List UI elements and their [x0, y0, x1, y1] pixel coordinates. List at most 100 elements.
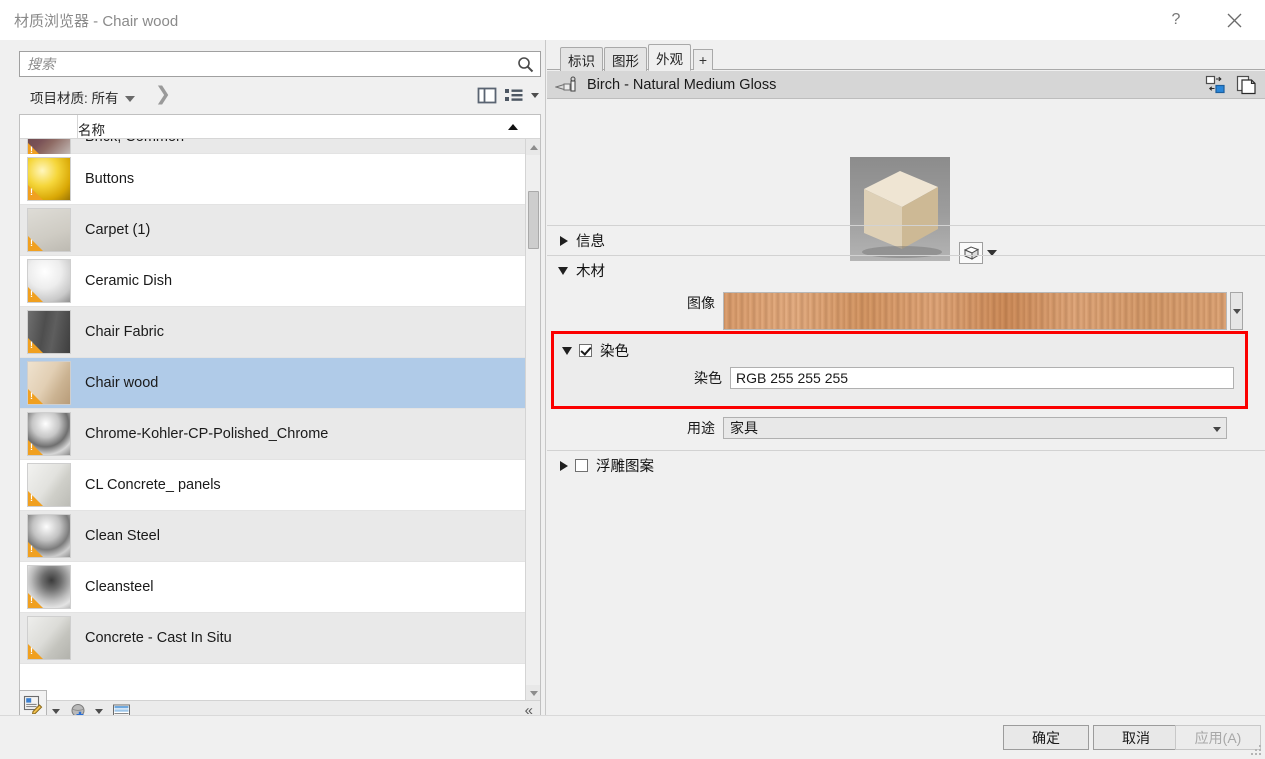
resize-grip-icon[interactable]: [1251, 745, 1262, 756]
list-item-selected[interactable]: Chair wood: [20, 358, 525, 409]
ceramic-thumb: [27, 259, 71, 303]
view-options-dropdown-icon[interactable]: [531, 93, 539, 98]
breadcrumb-label: 项目材质: 所有: [30, 91, 119, 106]
search-input[interactable]: [27, 52, 507, 76]
expand-collapse-icon[interactable]: [562, 346, 572, 355]
buttons-thumb: [27, 157, 71, 201]
view-option-buttons: [477, 86, 539, 105]
list-item[interactable]: Cleansteel: [20, 562, 525, 613]
scroll-up-button[interactable]: [526, 139, 540, 155]
scroll-down-button[interactable]: [526, 685, 540, 701]
warning-badge-icon: [28, 389, 43, 404]
list-item-label: Carpet (1): [85, 222, 151, 238]
warning-badge-icon: [28, 491, 43, 506]
new-material-dropdown-icon[interactable]: [52, 709, 60, 714]
thumbnail-column-header: [20, 115, 78, 138]
list-item-label: Chair wood: [85, 375, 159, 391]
chevron-down-icon: [529, 690, 538, 696]
list-item[interactable]: Chair Fabric: [20, 307, 525, 358]
search-field[interactable]: [19, 51, 541, 77]
duplicate-asset-icon[interactable]: [1236, 75, 1257, 95]
edit-material-button[interactable]: [19, 690, 47, 718]
panel-layout-icon[interactable]: [477, 86, 497, 105]
tab-appearance[interactable]: 外观: [648, 44, 691, 71]
application-field-label: 用途: [687, 420, 715, 436]
add-tab-button[interactable]: +: [693, 49, 713, 70]
expand-collapse-icon[interactable]: [558, 266, 568, 275]
warning-badge-icon: [28, 644, 43, 659]
tab-label: 标识: [568, 53, 595, 69]
tint-color-label: 染色: [694, 370, 722, 386]
application-field-row: 用途 家具: [547, 417, 1265, 439]
steel-thumb: [27, 514, 71, 558]
help-button[interactable]: ?: [1153, 0, 1199, 40]
list-item[interactable]: Clean Steel: [20, 511, 525, 562]
list-item[interactable]: Buttons: [20, 154, 525, 205]
chrome-thumb: [27, 412, 71, 456]
sort-ascending-icon[interactable]: [508, 124, 518, 130]
list-item[interactable]: Concrete - Cast In Situ: [20, 613, 525, 664]
cancel-button[interactable]: 取消: [1093, 725, 1179, 750]
cleansteel-thumb: [27, 565, 71, 609]
tint-enable-checkbox[interactable]: [579, 344, 592, 357]
expand-collapse-icon[interactable]: [560, 460, 568, 471]
list-item[interactable]: CL Concrete_ panels: [20, 460, 525, 511]
list-item-label: Buttons: [85, 171, 135, 187]
material-list-rows: Brick, Common Buttons Carp: [20, 139, 525, 701]
warning-badge-icon: [28, 542, 43, 557]
list-item-label: CL Concrete_ panels: [85, 477, 221, 493]
material-list: 名称 Brick, Common: [19, 114, 541, 722]
expand-collapse-icon[interactable]: [560, 235, 568, 246]
carpet-thumb: [27, 208, 71, 252]
list-item[interactable]: Chrome-Kohler-CP-Polished_Chrome: [20, 409, 525, 460]
image-texture-swatch[interactable]: [723, 292, 1227, 330]
section-title: 木材: [576, 264, 605, 280]
application-dropdown[interactable]: 家具: [723, 417, 1227, 439]
list-item[interactable]: Brick, Common: [20, 139, 525, 159]
scrollbar-thumb[interactable]: [528, 191, 539, 249]
tab-graphics[interactable]: 图形: [604, 47, 647, 71]
list-item-label: Chair Fabric: [85, 324, 164, 340]
apply-button[interactable]: 应用(A): [1175, 725, 1261, 750]
section-wood[interactable]: 木材: [547, 255, 1265, 285]
image-swatch-dropdown-button[interactable]: [1230, 292, 1243, 330]
concrete-panel-thumb: [27, 463, 71, 507]
tint-color-input[interactable]: [730, 367, 1234, 389]
list-view-icon[interactable]: [504, 86, 524, 105]
list-item-label: Concrete - Cast In Situ: [85, 630, 232, 646]
application-value: 家具: [730, 420, 758, 436]
image-field-label: 图像: [687, 295, 715, 311]
section-info[interactable]: 信息: [547, 225, 1265, 255]
close-button[interactable]: [1211, 0, 1257, 40]
relief-pattern-checkbox[interactable]: [575, 459, 588, 472]
help-icon: ?: [1171, 11, 1181, 28]
material-browser-panel: 项目材质: 所有 ❯: [14, 40, 546, 722]
tab-identity[interactable]: 标识: [560, 47, 603, 71]
name-column-header[interactable]: 名称: [78, 119, 105, 139]
breadcrumb-separator-icon: ❯: [155, 84, 171, 105]
list-item[interactable]: Carpet (1): [20, 205, 525, 256]
warning-badge-icon: [28, 593, 43, 608]
add-tab-label: +: [698, 52, 708, 68]
material-list-scrollbar[interactable]: [525, 139, 540, 701]
tab-label: 图形: [612, 53, 639, 69]
section-title: 染色: [600, 344, 629, 360]
section-relief-pattern[interactable]: 浮雕图案: [547, 450, 1265, 480]
list-item-label: Chrome-Kohler-CP-Polished_Chrome: [85, 426, 329, 442]
chevron-down-icon: [1232, 308, 1241, 314]
list-item[interactable]: Ceramic Dish: [20, 256, 525, 307]
material-preview-area: [547, 100, 1265, 264]
replace-asset-icon[interactable]: [1205, 75, 1226, 95]
ok-button[interactable]: 确定: [1003, 725, 1089, 750]
breadcrumb-dropdown-icon[interactable]: [125, 96, 136, 102]
list-item-label: Clean Steel: [85, 528, 160, 544]
warning-badge-icon: [28, 338, 43, 353]
list-item-label: Brick, Common: [85, 139, 184, 145]
breadcrumb-project-materials[interactable]: 项目材质: 所有: [30, 87, 136, 107]
section-tint-header[interactable]: 染色: [560, 340, 629, 361]
search-icon[interactable]: [517, 56, 534, 73]
asset-name-label: Birch - Natural Medium Gloss: [587, 76, 777, 93]
asset-header: Birch - Natural Medium Gloss: [547, 71, 1265, 99]
list-item-label: Cleansteel: [85, 579, 154, 595]
new-asset-dropdown-icon[interactable]: [95, 709, 103, 714]
